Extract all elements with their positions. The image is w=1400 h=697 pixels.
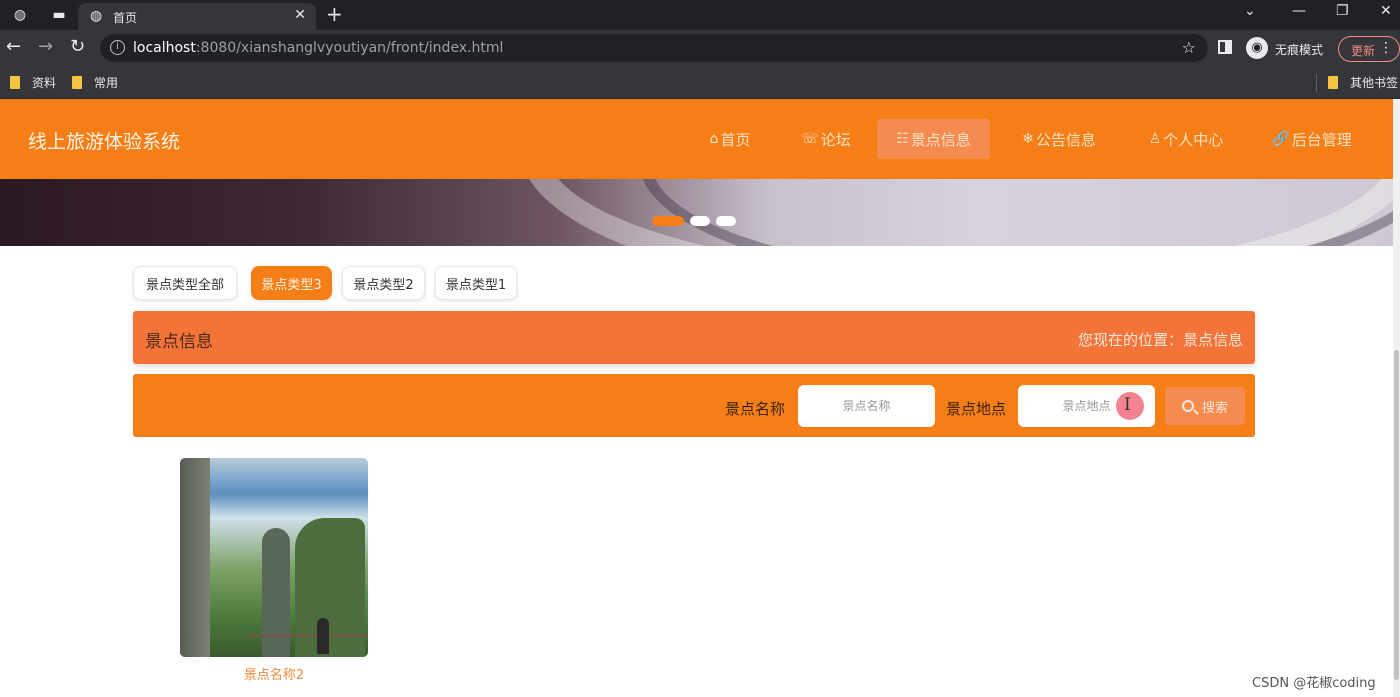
text-cursor-icon: I [1124, 395, 1131, 415]
attraction-card-name[interactable]: 景点名称2 [180, 664, 368, 683]
banner-decoration [640, 179, 1400, 246]
browser-tab-bar: ◍ ▬ ◍ 首页 ✕ + ⌄ — ❐ ✕ [0, 0, 1400, 30]
nav-item-notices[interactable]: ❄ 公告信息 [1004, 99, 1114, 179]
window-close-button[interactable]: ✕ [1380, 3, 1392, 19]
nav-item-attractions[interactable]: ☷ 景点信息 [877, 119, 990, 159]
incognito-icon[interactable]: ◉ [1246, 37, 1268, 59]
tab-title: 首页 [113, 11, 138, 25]
address-bar[interactable]: i localhost:8080/xianshanglvyoutiyan/fro… [100, 34, 1208, 62]
banner-carousel [0, 179, 1400, 246]
link-icon: 🔗 [1272, 131, 1290, 147]
search-icon [1181, 400, 1194, 412]
site-title: 线上旅游体验系统 [28, 131, 181, 153]
home-icon: ⌂ [709, 131, 719, 147]
info-icon[interactable]: i [110, 40, 125, 55]
update-button[interactable]: 更新 ⋮ [1338, 36, 1400, 62]
category-tab-2[interactable]: 景点类型2 [342, 266, 425, 300]
grid-icon: ☷ [896, 131, 909, 147]
nav-item-forum[interactable]: ☏ 论坛 [788, 99, 864, 179]
category-tab-3[interactable]: 景点类型3 [251, 266, 332, 300]
carousel-dot[interactable] [652, 216, 684, 226]
bookmark-folder[interactable]: 资料 [10, 74, 56, 91]
image-detail [317, 618, 329, 654]
section-header: 景点信息 您现在的位置：景点信息 [133, 311, 1255, 364]
folder-icon [10, 76, 20, 89]
forum-icon: ☏ [801, 131, 819, 147]
other-bookmarks[interactable]: 其他书签 [1328, 74, 1398, 91]
category-tab-1[interactable]: 景点类型1 [435, 266, 517, 300]
menu-icon[interactable]: ⋮ [1379, 40, 1393, 56]
bookmark-folder[interactable]: 常用 [72, 74, 118, 91]
carousel-indicators [652, 216, 736, 226]
location-label: 景点地点 [946, 400, 1007, 418]
site-header: 线上旅游体验系统 ⌂ 首页 ☏ 论坛 ☷ 景点信息 ❄ 公告信息 ♙ 个人中心 🔗 后台管理 [0, 99, 1393, 179]
carousel-dot[interactable] [716, 216, 736, 226]
close-icon[interactable]: ✕ [294, 7, 306, 23]
image-detail [250, 634, 368, 644]
category-tab-all[interactable]: 景点类型全部 [133, 266, 237, 300]
tab-search-icon[interactable]: ▬ [48, 4, 70, 26]
nav-item-admin[interactable]: 🔗 后台管理 [1256, 99, 1368, 179]
back-button[interactable]: ← [6, 37, 21, 57]
bookmarks-bar: 资料 常用 其他书签 [0, 66, 1400, 99]
side-panel-icon[interactable] [1218, 40, 1232, 54]
new-tab-button[interactable]: + [326, 3, 343, 25]
search-bar: 景点名称 景点地点 搜索 [133, 374, 1255, 437]
scrollbar-thumb[interactable] [1394, 350, 1399, 680]
reload-button[interactable]: ↻ [70, 37, 85, 57]
section-title: 景点信息 [145, 332, 213, 352]
search-button[interactable]: 搜索 [1165, 387, 1245, 425]
incognito-label: 无痕模式 [1275, 43, 1324, 57]
attraction-card-image[interactable] [180, 458, 368, 657]
watermark: CSDN @花椒coding [1252, 676, 1376, 691]
name-search-input[interactable] [798, 385, 935, 427]
breadcrumb: 您现在的位置：景点信息 [1077, 331, 1243, 349]
snowflake-icon: ❄ [1022, 131, 1034, 147]
carousel-dot[interactable] [690, 216, 710, 226]
globe-icon: ◍ [90, 8, 103, 24]
divider [1316, 74, 1317, 92]
bookmark-star-icon[interactable]: ☆ [1182, 38, 1196, 57]
browser-toolbar: ← → ↻ i localhost:8080/xianshanglvyoutiy… [0, 30, 1400, 66]
chevron-down-icon[interactable]: ⌄ [1244, 3, 1256, 19]
minimize-button[interactable]: — [1292, 3, 1306, 19]
globe-icon[interactable]: ◍ [9, 4, 31, 26]
name-label: 景点名称 [725, 400, 786, 418]
folder-icon [1328, 76, 1338, 89]
browser-tab-active[interactable]: ◍ 首页 ✕ [78, 3, 316, 30]
forward-button[interactable]: → [38, 37, 53, 57]
nav-item-profile[interactable]: ♙ 个人中心 [1130, 99, 1242, 179]
folder-icon [72, 76, 82, 89]
url-text: localhost:8080/xianshanglvyoutiyan/front… [133, 40, 504, 56]
restore-button[interactable]: ❐ [1336, 3, 1349, 19]
image-detail [180, 458, 210, 657]
nav-item-home[interactable]: ⌂ 首页 [692, 99, 768, 179]
user-icon: ♙ [1148, 131, 1162, 147]
